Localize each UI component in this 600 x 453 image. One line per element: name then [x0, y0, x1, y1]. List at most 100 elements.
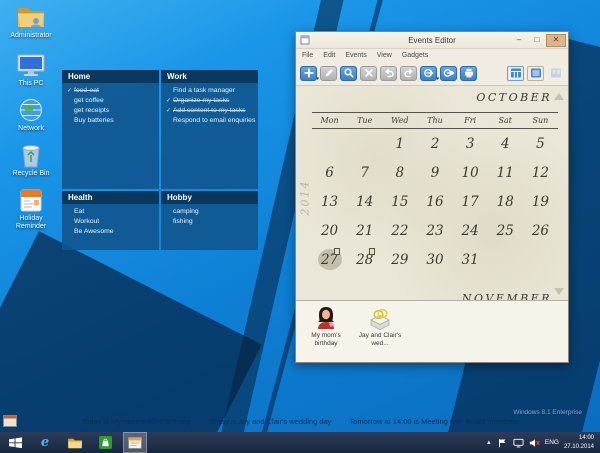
desktop-icon-recycle-bin[interactable]: Recycle Bin — [4, 142, 58, 178]
show-hidden-icons-icon[interactable]: ▲ — [486, 440, 492, 446]
calendar-day-22[interactable]: 22 — [382, 216, 417, 245]
edit-event-button[interactable] — [320, 66, 337, 81]
calendar-day-20[interactable]: 20 — [312, 216, 347, 245]
scroll-down-icon[interactable] — [554, 288, 564, 295]
task-item[interactable]: Workout — [67, 216, 159, 226]
close-button[interactable]: ✕ — [546, 34, 566, 47]
day-number: 31 — [462, 252, 479, 268]
language-indicator[interactable]: ENG — [545, 439, 559, 446]
taskbar-file-explorer[interactable] — [63, 432, 87, 453]
calendar-day-1[interactable]: 1 — [382, 129, 417, 158]
magnifier-icon — [343, 67, 355, 79]
calendar-day-16[interactable]: 16 — [417, 187, 452, 216]
calendar-day-30[interactable]: 30 — [417, 245, 452, 274]
compact-view-button[interactable] — [547, 66, 564, 81]
calendar-day-31[interactable]: 31 — [453, 245, 488, 274]
calendar-day-27[interactable]: 27 — [312, 245, 347, 274]
calendar-view-button[interactable] — [507, 66, 524, 81]
desktop-icon-this-pc[interactable]: This PC — [4, 52, 58, 88]
task-item[interactable]: get coffee — [67, 95, 159, 105]
taskbar-store[interactable] — [93, 432, 117, 453]
export-button[interactable] — [440, 66, 457, 81]
menu-view[interactable]: View — [377, 52, 392, 59]
events-strip: My mom's birthdayJay and Clair's wed... — [296, 300, 568, 362]
calendar-day-3[interactable]: 3 — [453, 129, 488, 158]
calendar-day-8[interactable]: 8 — [382, 158, 417, 187]
calendar-day-10[interactable]: 10 — [453, 158, 488, 187]
scroll-up-icon[interactable] — [554, 93, 564, 100]
delete-event-button[interactable] — [360, 66, 377, 81]
menu-gadgets[interactable]: Gadgets — [402, 52, 428, 59]
taskbar-events-editor[interactable] — [123, 432, 147, 453]
checkmark-icon: ✓ — [67, 87, 74, 94]
task-item[interactable]: Eat — [67, 206, 159, 216]
calendar-day-9[interactable]: 9 — [417, 158, 452, 187]
task-item[interactable]: fishing — [166, 216, 258, 226]
calendar-day-28[interactable]: 28 — [347, 245, 382, 274]
desktop-icon-administrator[interactable]: Administrator — [4, 4, 58, 40]
calendar-day-12[interactable]: 12 — [523, 158, 558, 187]
menu-events[interactable]: Events — [345, 52, 366, 59]
weekday-label: Wed — [382, 113, 417, 128]
task-text: get receipts — [74, 107, 109, 114]
calendar-day-19[interactable]: 19 — [523, 187, 558, 216]
calendar-day-21[interactable]: 21 — [347, 216, 382, 245]
task-item[interactable]: get receipts — [67, 105, 159, 115]
events-editor-window: Events Editor – □ ✕ File Edit Events View Ga… — [295, 31, 569, 363]
task-item[interactable]: ✓food-eat — [67, 85, 159, 95]
task-item[interactable]: Buy batteries — [67, 115, 159, 125]
calendar-day-13[interactable]: 13 — [312, 187, 347, 216]
action-center-flag-icon[interactable] — [497, 438, 508, 448]
volume-muted-icon[interactable] — [529, 438, 540, 448]
task-item[interactable]: ✓Add content to my tasks — [166, 105, 258, 115]
import-button[interactable]: ▾ — [420, 66, 437, 81]
calendar-day-6[interactable]: 6 — [312, 158, 347, 187]
task-item[interactable]: camping — [166, 206, 258, 216]
desktop-notification: Today is Jay and Clair's wedding day — [209, 417, 332, 426]
print-button[interactable] — [460, 66, 477, 81]
undo-button[interactable] — [380, 66, 397, 81]
day-number: 9 — [431, 165, 440, 181]
calendar-day-29[interactable]: 29 — [382, 245, 417, 274]
calendar-day-24[interactable]: 24 — [453, 216, 488, 245]
redo-button[interactable] — [400, 66, 417, 81]
desktop-icon-network[interactable]: Network — [4, 97, 58, 133]
event-item[interactable]: Jay and Clair's wed... — [356, 305, 404, 348]
event-item[interactable]: My mom's birthday — [302, 305, 350, 348]
calendar-day-23[interactable]: 23 — [417, 216, 452, 245]
desktop-icon-holiday-reminder[interactable]: Holiday Reminder — [4, 187, 58, 231]
calendar-day-17[interactable]: 17 — [453, 187, 488, 216]
calendar-empty-cell — [488, 245, 523, 274]
task-item[interactable]: Respond to email enquiries — [166, 115, 258, 125]
mini-window-icon[interactable] — [3, 415, 17, 427]
add-event-button[interactable]: ▾ — [300, 66, 317, 81]
taskbar-start[interactable] — [3, 432, 27, 453]
task-text: Buy batteries — [74, 117, 114, 124]
calendar-day-26[interactable]: 26 — [523, 216, 558, 245]
task-item[interactable]: Be Awesome — [67, 226, 159, 236]
search-button[interactable] — [340, 66, 357, 81]
network-icon[interactable] — [513, 438, 524, 448]
task-item[interactable]: ✓Organize my tasks — [166, 95, 258, 105]
minimize-button[interactable]: – — [510, 34, 528, 46]
list-view-icon — [530, 67, 542, 79]
menu-file[interactable]: File — [302, 52, 313, 59]
day-number: 4 — [501, 136, 510, 152]
taskbar-internet-explorer[interactable]: e — [33, 432, 57, 453]
day-number: 7 — [360, 165, 369, 181]
calendar-day-14[interactable]: 14 — [347, 187, 382, 216]
calendar-day-25[interactable]: 25 — [488, 216, 523, 245]
calendar-day-2[interactable]: 2 — [417, 129, 452, 158]
task-item[interactable]: Find a task manager — [166, 85, 258, 95]
calendar-day-18[interactable]: 18 — [488, 187, 523, 216]
clock[interactable]: 14:00 27.10.2014 — [564, 434, 594, 450]
calendar-day-11[interactable]: 11 — [488, 158, 523, 187]
calendar-day-15[interactable]: 15 — [382, 187, 417, 216]
list-view-button[interactable] — [527, 66, 544, 81]
calendar-day-7[interactable]: 7 — [347, 158, 382, 187]
calendar-day-5[interactable]: 5 — [523, 129, 558, 158]
window-titlebar[interactable]: Events Editor – □ ✕ — [296, 32, 568, 49]
maximize-button[interactable]: □ — [528, 34, 546, 46]
calendar-day-4[interactable]: 4 — [488, 129, 523, 158]
menu-edit[interactable]: Edit — [323, 52, 335, 59]
